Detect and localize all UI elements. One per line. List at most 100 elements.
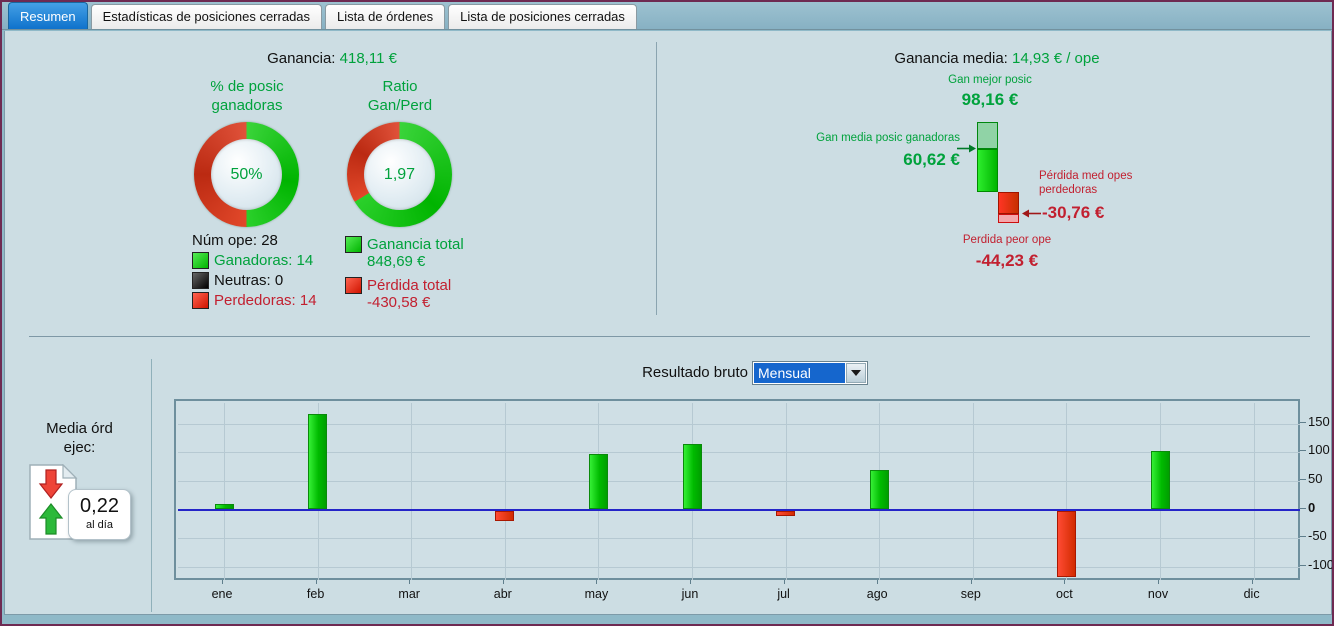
- winners-donut-title: % de posic ganadoras: [172, 77, 322, 115]
- month-label: oct: [1034, 587, 1094, 601]
- ratio-donut-title: Ratio Gan/Perd: [325, 77, 475, 115]
- y-axis-tick: [1300, 450, 1306, 451]
- avg-win-bar: [977, 149, 998, 192]
- winners-donut-title-line2: ganadoras: [172, 96, 322, 115]
- horizontal-gridline: [178, 424, 1300, 425]
- month-bar-jun: [683, 444, 702, 510]
- worst-position-bar: [998, 214, 1019, 224]
- chart-left-divider: [151, 359, 152, 612]
- period-select[interactable]: Mensual: [752, 361, 868, 385]
- arrow-left-icon: [1022, 208, 1041, 219]
- month-bar-nov: [1151, 451, 1170, 510]
- y-axis-label: 50: [1308, 471, 1322, 486]
- month-bar-feb: [308, 414, 327, 509]
- vertical-gridline: [1254, 403, 1255, 580]
- avg-loss-label-line2: perdedoras: [1039, 183, 1189, 197]
- ratio-donut-value: 1,97: [384, 166, 415, 184]
- neutral-swatch-icon: [192, 272, 209, 289]
- month-tick: [503, 580, 504, 584]
- month-bar-ene: [215, 504, 234, 510]
- ratio-donut-title-line2: Gan/Perd: [325, 96, 475, 115]
- media-unit: al día: [69, 519, 130, 531]
- y-axis-tick: [1300, 565, 1306, 566]
- avg-gain-title: Ganancia media: 14,93 € / ope: [797, 50, 1197, 67]
- dropdown-arrow-icon[interactable]: [846, 363, 866, 383]
- avg-win-value: 60,62 €: [780, 150, 960, 170]
- month-label: dic: [1222, 587, 1282, 601]
- media-ord-label-line2: ejec:: [22, 438, 137, 457]
- y-axis-label: -50: [1308, 528, 1327, 543]
- y-axis-tick: [1300, 508, 1306, 509]
- ratio-donut-hole: 1,97: [364, 139, 435, 210]
- tab-resumen[interactable]: Resumen: [8, 2, 88, 29]
- month-label: abr: [473, 587, 533, 601]
- gain-value: 418,11 €: [340, 50, 397, 67]
- monthly-bar-chart: [174, 399, 1300, 580]
- num-ops-label: Núm ope: 28: [192, 232, 352, 249]
- period-selected-value: Mensual: [754, 363, 845, 383]
- month-label: ago: [847, 587, 907, 601]
- zero-line: [178, 509, 1300, 511]
- total-loss-label: Pérdida total: [367, 277, 451, 294]
- vertical-gridline: [224, 403, 225, 580]
- total-loss-value: -430,58 €: [367, 294, 430, 311]
- winners-swatch-icon: [192, 252, 209, 269]
- gain-label: Ganancia:: [267, 50, 335, 67]
- vertical-gridline: [505, 403, 506, 580]
- media-value-box: 0,22 al día: [68, 489, 131, 540]
- total-loss-swatch-icon: [345, 277, 362, 294]
- month-tick: [1158, 580, 1159, 584]
- month-bar-abr: [495, 511, 514, 522]
- top-panels-divider: [656, 42, 657, 315]
- trading-statistics-window: Resumen Estadísticas de posiciones cerra…: [0, 0, 1334, 626]
- avg-loss-label-line1: Pérdida med opes: [1039, 169, 1189, 183]
- horizontal-gridline: [178, 452, 1300, 453]
- month-tick: [316, 580, 317, 584]
- month-bar-oct: [1057, 511, 1076, 578]
- vertical-gridline: [973, 403, 974, 580]
- winners-donut-title-line1: % de posic: [172, 77, 322, 96]
- best-position-bar: [977, 122, 998, 149]
- tab-bar: Resumen Estadísticas de posiciones cerra…: [2, 2, 1332, 30]
- month-tick: [596, 580, 597, 584]
- ratio-donut-title-line1: Ratio: [325, 77, 475, 96]
- winners-count: Ganadoras: 14: [214, 252, 313, 269]
- losers-count: Perdedoras: 14: [214, 292, 317, 309]
- y-axis-label: 150: [1308, 414, 1330, 429]
- winners-donut-hole: 50%: [211, 139, 282, 210]
- total-gain-value: 848,69 €: [367, 253, 425, 270]
- y-axis-tick: [1300, 536, 1306, 537]
- media-ord-label-line1: Media órd: [22, 419, 137, 438]
- horizontal-gridline: [178, 481, 1300, 482]
- avg-gain-value: 14,93 € / ope: [1012, 50, 1100, 67]
- worst-position-value: -44,23 €: [907, 251, 1107, 271]
- tab-lista-ordenes[interactable]: Lista de órdenes: [325, 4, 445, 29]
- best-position-label: Gan mejor posic: [912, 74, 1068, 86]
- worst-position-label: Perdida peor ope: [907, 234, 1107, 246]
- month-label: sep: [941, 587, 1001, 601]
- month-bar-may: [589, 454, 608, 509]
- month-tick: [877, 580, 878, 584]
- tab-lista-posiciones-cerradas[interactable]: Lista de posiciones cerradas: [448, 4, 637, 29]
- avg-loss-label: Pérdida med opes perdedoras: [1039, 169, 1189, 197]
- month-tick: [971, 580, 972, 584]
- month-bar-ago: [870, 470, 889, 509]
- avg-loss-bar: [998, 192, 1019, 214]
- y-axis-label: 0: [1308, 500, 1315, 515]
- winners-donut-chart: 50%: [194, 122, 299, 227]
- month-bar-jul: [776, 511, 795, 517]
- vertical-gridline: [411, 403, 412, 580]
- operations-legend: Núm ope: 28 Ganadoras: 14 Neutras: 0 Per…: [192, 232, 352, 309]
- month-label: jul: [754, 587, 814, 601]
- total-gain-label: Ganancia total: [367, 236, 464, 253]
- month-tick: [1064, 580, 1065, 584]
- media-value: 0,22: [69, 495, 130, 518]
- total-loss: Pérdida total -430,58 €: [367, 277, 451, 311]
- y-axis-tick: [1300, 479, 1306, 480]
- vertical-gridline: [786, 403, 787, 580]
- month-label: nov: [1128, 587, 1188, 601]
- total-gain-swatch-icon: [345, 236, 362, 253]
- result-label: Resultado bruto: [602, 364, 748, 381]
- totals-legend: Ganancia total 848,69 € Pérdida total -4…: [345, 233, 525, 311]
- tab-estadisticas-posiciones-cerradas[interactable]: Estadísticas de posiciones cerradas: [91, 4, 322, 29]
